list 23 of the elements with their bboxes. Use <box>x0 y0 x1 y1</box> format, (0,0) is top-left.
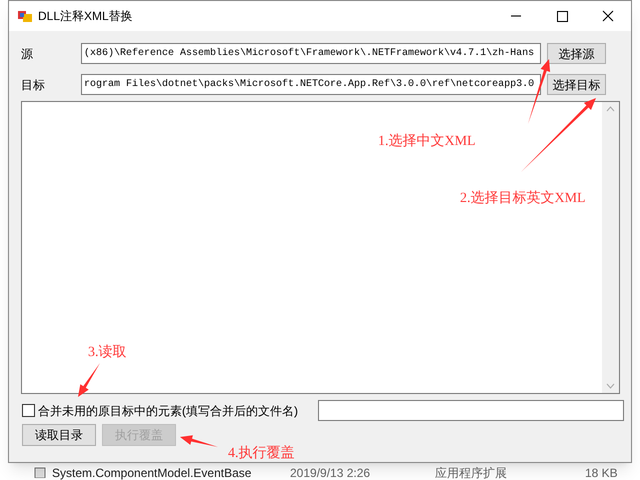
field-label: 目标 <box>21 76 46 94</box>
field-label: 源 <box>21 46 34 62</box>
path-field[interactable]: (x86)\Reference Assemblies\Microsoft\Framework\.NETFramework\v4.7.1\zh-Hans <box>81 43 541 64</box>
annotation-text: 1.选择中文XML <box>378 132 476 151</box>
file-list-text: 18 KB <box>585 466 618 480</box>
file-list-text: 2019/9/13 2:26 <box>290 466 370 480</box>
file-icon <box>34 467 46 478</box>
checkbox-label: 合并未用的原目标中的元素(填写合并后的文件名) <box>38 402 299 420</box>
file-list-text: System.ComponentModel.EventBase <box>52 466 252 480</box>
annotation-text: 3.读取 <box>88 344 126 362</box>
select-button[interactable]: 选择源 <box>547 43 606 64</box>
action-button[interactable]: 读取目录 <box>22 424 96 446</box>
select-button[interactable]: 选择目标 <box>547 74 606 95</box>
filename-field[interactable] <box>318 400 624 421</box>
arrow-icon <box>78 363 100 397</box>
app-icon <box>18 9 32 23</box>
window-title: DLL注释XML替换 <box>38 8 133 25</box>
arrow-icon <box>180 435 218 447</box>
path-field[interactable]: rogram Files\dotnet\packs\Microsoft.NETCore.App.Ref\3.0.0\ref\netcoreapp3.0 <box>81 74 541 95</box>
checkbox[interactable] <box>22 404 35 417</box>
file-list-text: 应用程序扩展 <box>435 466 507 480</box>
annotation-text: 4.执行覆盖 <box>228 444 294 463</box>
annotation-text: 2.选择目标英文XML <box>460 189 586 208</box>
